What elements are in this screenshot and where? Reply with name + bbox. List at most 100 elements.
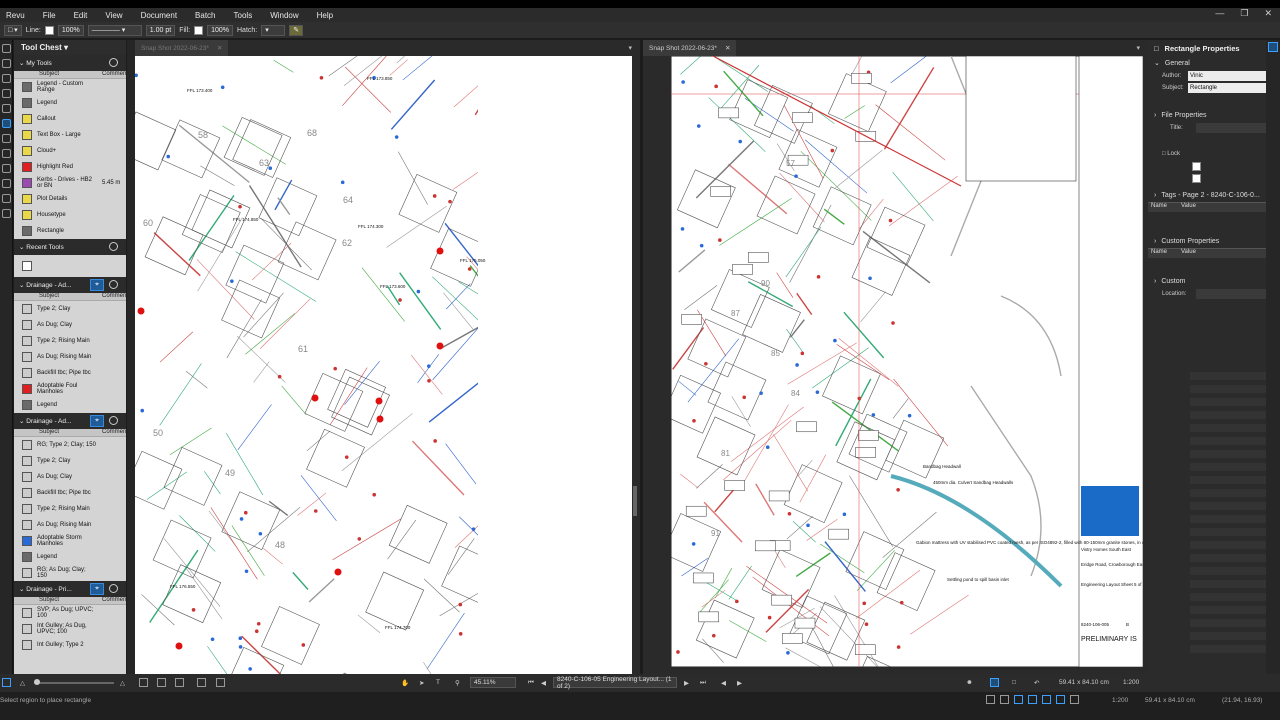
checkbox-icon[interactable]	[1192, 173, 1201, 183]
search-icon[interactable]	[2, 194, 11, 203]
bookmarks-icon[interactable]	[2, 59, 11, 68]
general-section[interactable]: ⌄ General	[1148, 56, 1280, 70]
zoom-in-icon[interactable]: △	[120, 679, 125, 687]
markup-pen-icon[interactable]	[990, 678, 999, 687]
tool-item[interactable]: RG; As Dug; Clay; 150	[14, 565, 126, 581]
markup-snap-icon[interactable]	[1028, 695, 1037, 704]
brush-icon[interactable]: ✎	[289, 24, 304, 36]
layers-icon[interactable]	[2, 74, 11, 83]
tool-item[interactable]: As Dug; Rising Main	[14, 349, 126, 365]
menu-item-view[interactable]: View	[105, 11, 122, 20]
panel-splitter[interactable]	[127, 40, 135, 674]
tool-item[interactable]	[14, 255, 126, 277]
checkbox-row-1[interactable]	[1148, 160, 1280, 172]
tool-section-header[interactable]: ⌄ Recent Tools	[14, 239, 126, 255]
menu-item-window[interactable]: Window	[270, 11, 298, 20]
tool-item[interactable]: Callout	[14, 111, 126, 127]
text-select-icon[interactable]: T	[436, 679, 440, 686]
tool-item[interactable]: Backfill tbc; Pipe tbc	[14, 485, 126, 501]
zoom-out-icon[interactable]: △	[20, 679, 25, 687]
measurements-icon[interactable]	[2, 149, 11, 158]
filter-icon[interactable]: ⌖	[90, 415, 104, 427]
tags-section[interactable]: › Tags - Page 2 - 8240-C-106-0...	[1148, 188, 1280, 202]
user-icon[interactable]: ☻	[966, 679, 973, 686]
fill-opacity-field[interactable]: 100%	[207, 24, 233, 36]
drawing-page-right[interactable]: Bandbag Headwall 450mm dia. Culvert Sandb…	[662, 20, 1226, 715]
tool-section-header[interactable]: ⌄ Drainage - Pri... ⌖	[14, 581, 126, 597]
next-page-icon[interactable]: ▶	[684, 679, 689, 687]
tool-chest-title[interactable]: Tool Chest ▾	[14, 40, 126, 55]
tool-item[interactable]: As Dug; Rising Main	[14, 517, 126, 533]
lock-icon[interactable]: □	[1012, 679, 1016, 686]
snap-icon[interactable]	[1000, 695, 1009, 704]
tab-document-right[interactable]: Snap Shot 2022-06-23* ✕	[643, 40, 737, 56]
tool-item[interactable]: Cloud+	[14, 143, 126, 159]
minimize-icon[interactable]: —	[1215, 8, 1224, 19]
scrollbar-thumb[interactable]	[633, 486, 637, 516]
list-icon[interactable]	[2, 678, 11, 687]
reuse-icon[interactable]	[1042, 695, 1051, 704]
split-view-icon[interactable]	[157, 678, 166, 687]
line-width-field[interactable]: 1.00 pt	[145, 24, 176, 36]
tool-item[interactable]: Kerbs - Drives - HB2 or BN 5.45 m	[14, 175, 126, 191]
menu-item-tools[interactable]: Tools	[234, 11, 253, 20]
restore-icon[interactable]: ❐	[1240, 8, 1248, 19]
tool-item[interactable]: SVP; As Dug; UPVC; 100	[14, 605, 126, 621]
first-page-icon[interactable]: ⏮	[528, 679, 534, 687]
tool-section-header[interactable]: ⌄ My Tools	[14, 55, 126, 71]
compare-icon[interactable]	[216, 678, 225, 687]
properties-panel-icon[interactable]	[1268, 42, 1278, 52]
tool-item[interactable]: Legend	[14, 397, 126, 413]
menu-item-file[interactable]: File	[43, 11, 56, 20]
menu-item-document[interactable]: Document	[141, 11, 177, 20]
tool-item[interactable]: RG; Type 2; Clay; 150	[14, 437, 126, 453]
line-opacity-field[interactable]: 100%	[57, 24, 84, 36]
gear-icon[interactable]	[109, 242, 118, 251]
gear-icon[interactable]	[109, 58, 118, 67]
studio-icon[interactable]	[2, 179, 11, 188]
menu-item-edit[interactable]: Edit	[74, 11, 88, 20]
fill-color-swatch[interactable]	[194, 25, 204, 35]
sync-markup-icon[interactable]	[1056, 695, 1065, 704]
drawing-page-left[interactable]: FFL 173.400 FFL 173.850 FFL 174.300 FFL 174…	[117, 15, 632, 720]
tool-item[interactable]: Legend	[14, 95, 126, 111]
page-selector[interactable]: 8240-C-106-05 Engineering Layout... (1 o…	[553, 676, 677, 690]
custom-section[interactable]: › Custom	[1148, 274, 1280, 288]
custom-properties-section[interactable]: › Custom Properties	[1148, 234, 1280, 248]
tool-item[interactable]: Plot Details	[14, 191, 126, 207]
tool-section-header[interactable]: ⌄ Drainage - Ad... ⌖	[14, 277, 126, 293]
tool-item[interactable]: Type 2; Rising Main	[14, 333, 126, 349]
properties-icon[interactable]	[2, 104, 11, 113]
tool-item[interactable]: As Dug; Clay	[14, 469, 126, 485]
tool-item[interactable]: Text Box - Large	[14, 127, 126, 143]
tool-item[interactable]: Type 2; Rising Main	[14, 501, 126, 517]
undo-icon[interactable]: ↶	[1034, 679, 1039, 687]
tool-item[interactable]: Housetype	[14, 207, 126, 223]
tool-item[interactable]: Adoptable Storm Manholes	[14, 533, 126, 549]
hatch-dropdown[interactable]: ▾	[261, 24, 286, 36]
previous-page-icon[interactable]: ◀	[541, 679, 546, 687]
filter-icon[interactable]: ⌖	[90, 583, 104, 595]
line-color-swatch[interactable]	[44, 25, 54, 35]
filter-icon[interactable]: ⌖	[90, 279, 104, 291]
gear-icon[interactable]	[109, 584, 118, 593]
tool-item[interactable]: Type 2; Clay	[14, 301, 126, 317]
thumbnails-icon[interactable]	[2, 44, 11, 53]
gear-icon[interactable]	[109, 280, 118, 289]
tool-section-header[interactable]: ⌄ Drainage - Ad... ⌖	[14, 413, 126, 429]
grid-icon[interactable]	[986, 695, 995, 704]
select-icon[interactable]: ➤	[419, 679, 424, 687]
checkbox-icon[interactable]	[1192, 161, 1201, 171]
sets-icon[interactable]	[2, 209, 11, 218]
close-tab-icon[interactable]: ✕	[725, 44, 730, 52]
signatures-icon[interactable]	[2, 164, 11, 173]
tool-item[interactable]: Type 2; Clay	[14, 453, 126, 469]
lock-checkbox[interactable]: □	[1162, 151, 1166, 157]
sketch-icon[interactable]	[1070, 695, 1079, 704]
file-properties-section[interactable]: › File Properties	[1148, 108, 1280, 122]
forward-icon[interactable]: ▶	[737, 679, 742, 687]
tool-item[interactable]: Highlight Red	[14, 159, 126, 175]
tool-item[interactable]: As Dug; Clay	[14, 317, 126, 333]
tool-item[interactable]: Adoptable Foul Manholes	[14, 381, 126, 397]
file-access-icon[interactable]	[2, 89, 11, 98]
